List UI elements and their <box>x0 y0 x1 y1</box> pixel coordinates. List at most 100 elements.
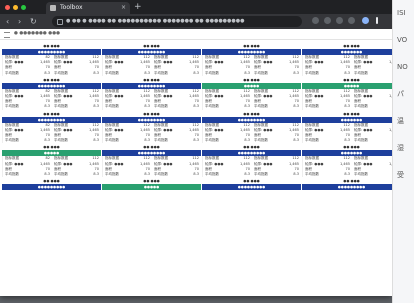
metric-row: 平均指数 8.3 <box>254 172 299 177</box>
metric-label: 平均指数 <box>54 104 68 109</box>
metric-row: 平均指数 8.3 <box>54 138 99 143</box>
metric-label: 平均指数 <box>54 172 68 177</box>
metric-value: 8.3 <box>344 104 350 109</box>
sensor-card[interactable]: ●● ●●● ●●●●● <box>102 179 201 191</box>
metric-column: 指标数据112轮廓: ●●●1,465面积70平均指数8.3 <box>303 156 352 177</box>
profile-avatar[interactable] <box>362 17 369 24</box>
bookmark-icon[interactable] <box>348 17 355 24</box>
sensor-card[interactable]: ●● ●●● ●●●●●●●●● 指标数据 82 轮廓: ●●● 1,465 面积 70 平均指… <box>2 78 101 110</box>
metric-label: 平均指数 <box>354 104 368 109</box>
side-panel-label: 温 <box>397 117 404 125</box>
maximize-window-dot[interactable] <box>21 5 26 10</box>
metric-row: 平均指数 8.3 <box>254 104 299 109</box>
sensor-card[interactable]: ●● ●●● ●●●●●●●●● 指标数据 112 轮廓: ●●● 1,465 面积 70 平均… <box>102 145 201 178</box>
back-icon[interactable]: ‹ <box>6 15 9 28</box>
close-tab-icon[interactable]: × <box>121 2 126 14</box>
sensor-card[interactable]: ●● ●●● ●●●●●●●●● 指标数据 112 轮廓: ●●● 1,465 面积 70 平均… <box>102 78 201 110</box>
card-body: 指标数据112轮廓: ●●●1,465面积70平均指数8.3指标数据112轮廓:… <box>102 55 201 76</box>
sensor-card[interactable]: ●● ●●● ●●●●●●●●● 指标数据 112 轮廓: ●●● 1,465 面积 70 平均… <box>202 145 301 178</box>
sensor-card[interactable]: ●● ●●● ●●●●●●● 指标数据 112 轮廓: ●●● 1,465 面积 70 平均指数… <box>302 112 401 144</box>
address-bar[interactable]: ● ●● ● ●●●● ●● ●●●●●●●●●● ●●●●●●● ●● ●●●… <box>52 16 302 27</box>
tab-title: Toolbox <box>60 4 83 11</box>
menu-icon[interactable] <box>376 17 378 24</box>
hamburger-menu-icon[interactable] <box>4 32 10 38</box>
sensor-card[interactable]: ●● ●●● ●●●●●●●●● <box>302 179 401 191</box>
metric-value: 8.3 <box>44 104 50 109</box>
metric-label: 平均指数 <box>305 172 319 177</box>
metric-value: 8.3 <box>144 104 150 109</box>
card-row: ●● ●●● ●●●●● 指标数据 82 轮廓: ●●● 1,465 面积 70 平均指数 8.3… <box>2 145 402 178</box>
sensor-card[interactable]: ●● ●●● ●●●●●●●●● 指标数据 82 轮廓: ●●● 1,465 面积 70 平均指… <box>2 112 101 144</box>
metric-row: 平均指数 8.3 <box>154 138 199 143</box>
metric-value: 8.3 <box>344 172 350 177</box>
metric-value: 8.3 <box>44 172 50 177</box>
card-status-header: ●●●●●●●●● <box>302 184 401 191</box>
sensor-card[interactable]: ●● ●●● ●●●●●●●●● 指标数据 112 轮廓: ●●● 1,465 面积 70 平均… <box>202 44 301 76</box>
metric-value: 8.3 <box>244 138 250 143</box>
metric-value: 8.3 <box>293 138 299 143</box>
close-window-dot[interactable] <box>5 5 10 10</box>
metric-value: 8.3 <box>44 70 50 75</box>
metric-label: 平均指数 <box>5 172 19 177</box>
extension-icon[interactable] <box>336 17 343 24</box>
sensor-card[interactable]: ●● ●●● ●●●●● 指标数据 82 轮廓: ●●● 1,465 面积 70 平均指数 8.3… <box>2 145 101 178</box>
side-panel-label: 受 <box>397 171 404 179</box>
sensor-card[interactable]: ●● ●●● ●●●●● 指标数据 112 轮廓: ●●● 1,465 面积 70 平均指数 8.… <box>302 78 401 110</box>
metric-column: 指标数据112轮廓: ●●●1,465面积70平均指数8.3 <box>252 55 301 76</box>
metric-column: 指标数据 82 轮廓: ●●● 1,465 面积 70 平均指数 8.3 <box>3 89 52 110</box>
sensor-card[interactable]: ●● ●●● ●●●●●●●●● 指标数据 112 轮廓: ●●● 1,465 面积 70 平均… <box>102 112 201 144</box>
metric-label: 平均指数 <box>305 138 319 143</box>
metric-label: 平均指数 <box>5 104 19 109</box>
metric-column: 指标数据112轮廓: ●●●1,465面积70平均指数8.3 <box>103 156 152 177</box>
metric-value: 8.3 <box>93 172 99 177</box>
lock-icon <box>57 19 63 25</box>
metric-row: 平均指数 8.3 <box>305 71 350 76</box>
metric-row: 平均指数 8.3 <box>305 138 350 143</box>
metric-column: 指标数据112轮廓: ●●●1,465面积70平均指数8.3 <box>203 156 252 177</box>
metric-column: 指标数据112轮廓: ●●●1,465面积70平均指数8.3 <box>103 55 152 76</box>
reload-icon[interactable]: ↻ <box>30 15 37 28</box>
metric-column: 指标数据112轮廓: ●●●1,465面积70平均指数8.3 <box>103 123 152 144</box>
metric-column: 指标数据112轮廓: ●●●1,465面积70平均指数8.3 <box>203 89 252 110</box>
forward-icon[interactable]: › <box>18 15 21 28</box>
metric-column: 指标数据112轮廓: ●●●1,465面积70平均指数8.3 <box>303 89 352 110</box>
metric-label: 平均指数 <box>254 70 268 75</box>
address-text: ● ●● ● ●●●● ●● ●●●●●●●●●● ●●●●●●● ●● ●●●… <box>66 18 245 24</box>
metric-label: 平均指数 <box>254 104 268 109</box>
sensor-card[interactable]: ●● ●●● ●●●●● 指标数据 112 轮廓: ●●● 1,465 面积 70 平均指数 8.… <box>202 78 301 110</box>
sensor-card[interactable]: ●● ●●● ●●●●●●●●● 指标数据 112 轮廓: ●●● 1,465 面积 70 平均… <box>202 112 301 144</box>
sensor-card[interactable]: ●● ●●● ●●●●●●● 指标数据 112 轮廓: ●●● 1,465 面积 70 平均指数… <box>302 145 401 178</box>
sensor-card[interactable]: ●● ●●● ●●●●●●●●● <box>2 179 101 191</box>
metric-value: 8.3 <box>93 70 99 75</box>
card-body: 指标数据112轮廓: ●●●1,465面积70平均指数8.3指标数据112轮廓:… <box>202 156 301 178</box>
metric-column: 指标数据112轮廓: ●●●1,465面积70平均指数8.3 <box>303 123 352 144</box>
extension-icon[interactable] <box>312 17 319 24</box>
metric-label: 平均指数 <box>354 138 368 143</box>
new-tab-button[interactable]: + <box>134 1 142 13</box>
card-body: 指标数据112轮廓: ●●●1,465面积70平均指数8.3指标数据112轮廓:… <box>202 88 301 110</box>
metric-label: 平均指数 <box>5 70 19 75</box>
metric-value: 8.3 <box>293 70 299 75</box>
card-row: ●● ●●● ●●●●●●●●● 指标数据 82 轮廓: ●●● 1,465 面积 70 平均指… <box>2 44 402 76</box>
metric-label: 平均指数 <box>305 104 319 109</box>
sensor-card[interactable]: ●● ●●● ●●●●●●●●● 指标数据 82 轮廓: ●●● 1,465 面积 70 平均指… <box>2 44 101 76</box>
card-body: 指标数据112轮廓: ●●●1,465面积70平均指数8.3指标数据112轮廓:… <box>202 122 301 144</box>
card-status-header: ●●●●●●●●● <box>2 184 101 191</box>
minimize-window-dot[interactable] <box>13 5 18 10</box>
metric-row: 平均指数 8.3 <box>54 104 99 109</box>
browser-tab[interactable]: Toolbox × <box>46 2 130 14</box>
sensor-card[interactable]: ●● ●●● ●●●●●●●●● 指标数据 112 轮廓: ●●● 1,465 面积 70 平均… <box>102 44 201 76</box>
sensor-card[interactable]: ●● ●●● ●●●●●●● 指标数据 112 轮廓: ●●● 1,465 面积 70 平均指数… <box>302 44 401 76</box>
sensor-card[interactable]: ●● ●●● ●●●●●●●●● <box>202 179 301 191</box>
metric-row: 平均指数 8.3 <box>5 71 50 76</box>
metric-row: 平均指数 8.3 <box>105 138 150 143</box>
metric-row: 平均指数 8.3 <box>154 104 199 109</box>
extension-icon[interactable] <box>324 17 331 24</box>
metric-column: 指标数据112轮廓: ●●●1,465面积70平均指数8.3 <box>52 89 101 110</box>
metric-value: 8.3 <box>93 104 99 109</box>
side-panel-label: VO <box>397 36 408 44</box>
metric-value: 8.3 <box>193 172 199 177</box>
metric-value: 8.3 <box>193 70 199 75</box>
metric-value: 8.3 <box>193 138 199 143</box>
metric-value: 8.3 <box>244 172 250 177</box>
